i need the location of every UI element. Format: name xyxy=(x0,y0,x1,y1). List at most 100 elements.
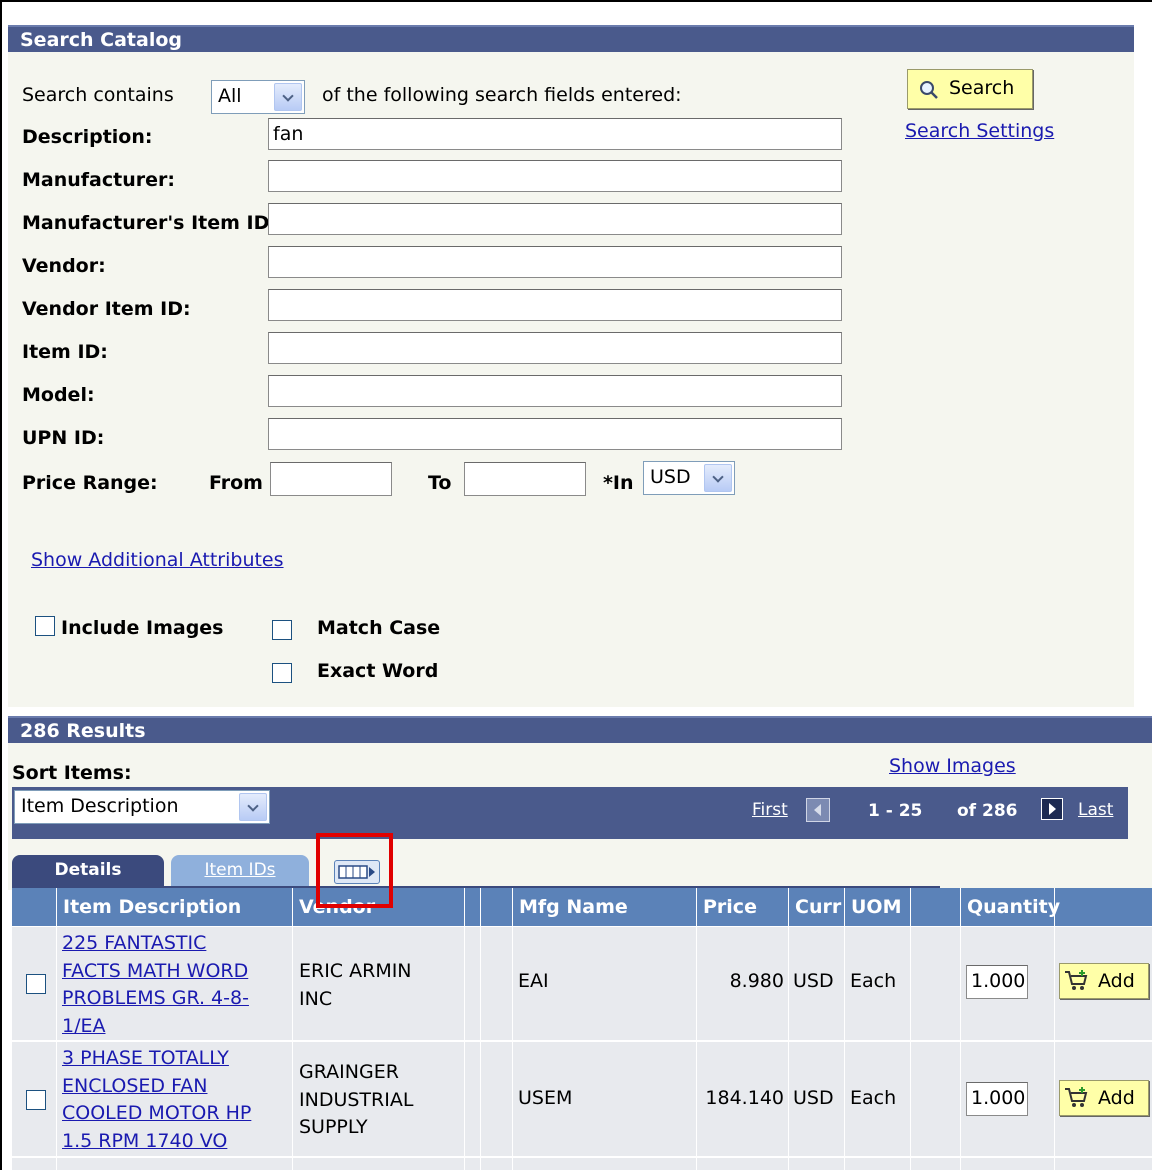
upn-id-label: UPN ID: xyxy=(22,427,105,449)
col-divider xyxy=(464,927,465,1170)
search-settings-link[interactable]: Search Settings xyxy=(905,120,1054,142)
price-cell: 184.140 xyxy=(705,1087,784,1109)
mfg-name-cell: USEM xyxy=(518,1087,573,1109)
vendor-cell: GRAINGER INDUSTRIAL SUPPLY xyxy=(299,1061,414,1138)
exact-word-checkbox[interactable] xyxy=(272,663,292,683)
col-price[interactable]: Price xyxy=(696,888,788,926)
price-range-label: Price Range: xyxy=(22,472,158,494)
next-page-icon[interactable] xyxy=(1041,798,1063,820)
quantity-field[interactable]: 1.000 xyxy=(966,965,1028,999)
exact-word-label: Exact Word xyxy=(317,660,439,682)
search-contains-suffix: of the following search fields entered: xyxy=(322,84,682,106)
col-divider xyxy=(788,927,789,1170)
pager-last-link[interactable]: Last xyxy=(1078,800,1113,820)
cart-add-icon xyxy=(1065,970,1088,990)
uom-cell: Each xyxy=(850,970,897,992)
page: Search Catalog Search contains All of th… xyxy=(0,0,1152,1170)
search-icon xyxy=(920,81,938,99)
currency-cell: USD xyxy=(793,1087,834,1109)
price-to-field[interactable] xyxy=(464,462,586,496)
mfr-item-id-label: Manufacturer's Item ID: xyxy=(22,212,277,234)
add-button-label: Add xyxy=(1098,1087,1135,1109)
search-button-label: Search xyxy=(949,77,1015,99)
search-catalog-header: Search Catalog xyxy=(8,25,1134,52)
tab-item-ids[interactable]: Item IDs xyxy=(171,855,309,887)
vendor-item-id-field[interactable] xyxy=(268,289,842,321)
results-header: 286 Results xyxy=(8,716,1152,743)
show-additional-attributes-link[interactable]: Show Additional Attributes xyxy=(31,549,284,571)
show-images-link[interactable]: Show Images xyxy=(889,755,1016,777)
col-divider xyxy=(480,927,481,1170)
price-from-label: From xyxy=(209,472,263,494)
mfr-item-id-field[interactable] xyxy=(268,203,842,235)
item-description-link[interactable]: 3 PHASE TOTALLY ENCLOSED FAN COOLED MOTO… xyxy=(62,1045,251,1155)
table-row: 3 PHASE TOTALLY ENCLOSED FAN COOLED MOTO… xyxy=(12,1042,1152,1156)
grid-header: Item Description Vendor Mfg Name Price C… xyxy=(12,888,1152,926)
col-blank-2 xyxy=(480,888,512,926)
col-blank-3 xyxy=(910,888,960,926)
col-divider xyxy=(844,927,845,1170)
uom-cell: Each xyxy=(850,1087,897,1109)
item-description-link[interactable]: 225 FANTASTIC FACTS MATH WORD PROBLEMS G… xyxy=(62,930,249,1040)
col-divider xyxy=(1054,927,1055,1170)
prev-page-icon[interactable] xyxy=(806,798,830,822)
row-select-checkbox[interactable] xyxy=(26,1090,46,1110)
pager-of: of 286 xyxy=(957,801,1018,821)
search-contains-label: Search contains xyxy=(22,84,174,106)
vendor-label: Vendor: xyxy=(22,255,106,277)
add-to-cart-button[interactable]: Add xyxy=(1059,963,1149,999)
model-field[interactable] xyxy=(268,375,842,407)
match-case-checkbox[interactable] xyxy=(272,620,292,640)
col-quantity[interactable]: Quantity xyxy=(960,888,1060,926)
col-divider xyxy=(696,927,697,1170)
price-from-field[interactable] xyxy=(270,462,392,496)
match-case-label: Match Case xyxy=(317,617,441,639)
col-divider xyxy=(512,927,513,1170)
add-button-label: Add xyxy=(1098,970,1135,992)
col-mfg-name[interactable]: Mfg Name xyxy=(512,888,696,926)
quantity-field[interactable]: 1.000 xyxy=(966,1082,1028,1116)
col-item-description[interactable]: Item Description xyxy=(56,888,292,926)
pager-range: 1 - 25 xyxy=(868,801,923,821)
manufacturer-label: Manufacturer: xyxy=(22,169,175,191)
currency-cell: USD xyxy=(793,970,834,992)
vendor-field[interactable] xyxy=(268,246,842,278)
currency-select[interactable]: USD xyxy=(643,461,735,495)
col-curr[interactable]: Curr xyxy=(788,888,844,926)
chevron-down-icon[interactable] xyxy=(239,793,267,821)
results-title: 286 Results xyxy=(20,720,146,742)
col-uom[interactable]: UOM xyxy=(844,888,910,926)
cart-add-icon xyxy=(1065,1087,1088,1107)
add-to-cart-button[interactable]: Add xyxy=(1059,1080,1149,1116)
price-to-label: To xyxy=(428,472,452,494)
col-divider xyxy=(910,927,911,1170)
col-blank-1 xyxy=(464,888,480,926)
pager-first-link[interactable]: First xyxy=(752,800,788,820)
col-divider xyxy=(56,927,57,1170)
model-label: Model: xyxy=(22,384,95,406)
price-cell: 8.980 xyxy=(729,970,784,992)
description-field[interactable]: fan xyxy=(268,118,842,150)
manufacturer-field[interactable] xyxy=(268,160,842,192)
upn-id-field[interactable] xyxy=(268,418,842,450)
include-images-label: Include Images xyxy=(61,617,224,639)
include-images-checkbox[interactable] xyxy=(35,616,55,636)
highlight-box xyxy=(316,833,393,908)
search-button[interactable]: Search xyxy=(907,69,1033,109)
vendor-item-id-label: Vendor Item ID: xyxy=(22,298,191,320)
col-divider xyxy=(292,927,293,1170)
item-id-label: Item ID: xyxy=(22,341,108,363)
col-add xyxy=(1054,888,1152,926)
item-id-field[interactable] xyxy=(268,332,842,364)
sort-items-select[interactable]: Item Description xyxy=(14,790,270,824)
row-select-checkbox[interactable] xyxy=(26,974,46,994)
tab-details[interactable]: Details xyxy=(12,855,164,887)
price-in-label: *In xyxy=(603,472,634,494)
chevron-down-icon[interactable] xyxy=(704,464,732,492)
search-catalog-title: Search Catalog xyxy=(20,29,183,51)
mfg-name-cell: EAI xyxy=(518,970,549,992)
chevron-down-icon[interactable] xyxy=(274,83,302,111)
table-row-partial xyxy=(12,1158,1152,1170)
vendor-cell: ERIC ARMIN INC xyxy=(299,960,412,1010)
search-contains-select[interactable]: All xyxy=(211,80,305,114)
